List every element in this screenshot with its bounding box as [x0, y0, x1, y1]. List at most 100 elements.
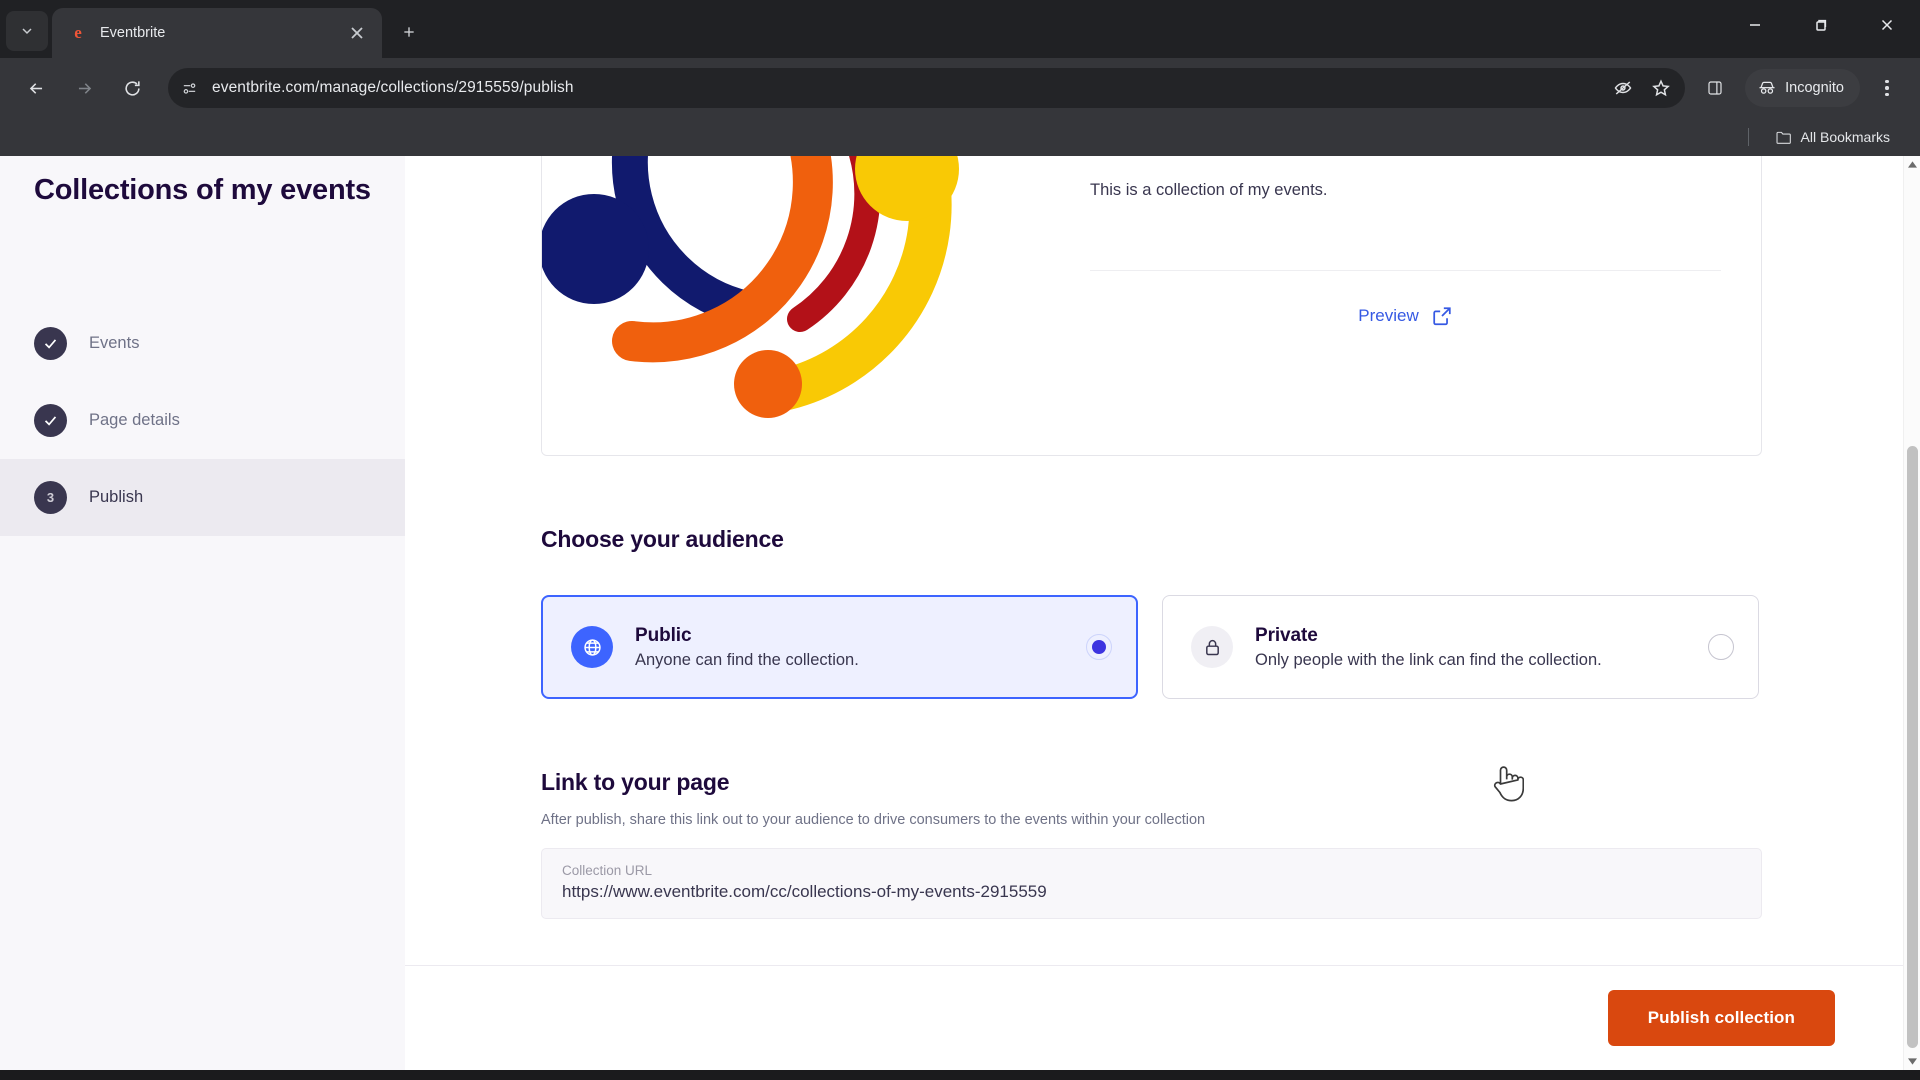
- audience-option-name: Private: [1255, 624, 1318, 646]
- bookmark-button[interactable]: [1643, 70, 1679, 106]
- content-column: Upcoming Jane Tyler This is a collection…: [405, 156, 1920, 919]
- audience-radio-private[interactable]: [1708, 634, 1734, 660]
- collection-url-field[interactable]: Collection URL https://www.eventbrite.co…: [541, 848, 1762, 919]
- globe-icon: [583, 638, 601, 656]
- forward-button[interactable]: [62, 66, 106, 110]
- all-bookmarks-button[interactable]: All Bookmarks: [1767, 124, 1898, 150]
- window-close-button[interactable]: [1854, 0, 1920, 50]
- forward-arrow-icon: [78, 82, 91, 94]
- minimize-button[interactable]: [1722, 0, 1788, 50]
- new-tab-button[interactable]: [392, 15, 426, 49]
- scrollbar-thumb[interactable]: [1907, 446, 1918, 1048]
- check-icon: [44, 416, 57, 426]
- site-settings-button[interactable]: [172, 71, 206, 105]
- scroll-down-arrow[interactable]: [1904, 1053, 1920, 1070]
- bookmarks-divider: [1747, 128, 1749, 146]
- audience-radio-public[interactable]: [1086, 634, 1112, 660]
- tab-strip: e Eventbrite: [0, 0, 1920, 58]
- os-taskbar: [0, 1070, 1920, 1080]
- kebab-dot: [1885, 79, 1889, 84]
- bookmarks-bar: All Bookmarks: [0, 118, 1920, 156]
- url-text: eventbrite.com/manage/collections/291555…: [212, 79, 574, 96]
- close-icon: [351, 27, 363, 39]
- audience-option-name: Public: [635, 624, 692, 646]
- address-bar[interactable]: eventbrite.com/manage/collections/291555…: [168, 68, 1686, 108]
- step-complete-bullet: [34, 327, 67, 361]
- minimize-icon: [1750, 24, 1760, 26]
- incognito-indicator[interactable]: Incognito: [1745, 69, 1860, 107]
- step-number-bullet: 3: [34, 481, 67, 515]
- tab-close-button[interactable]: [344, 20, 370, 46]
- chevron-up-icon: [1907, 161, 1917, 168]
- external-link-icon: [1433, 307, 1451, 326]
- audience-public-text: Public Anyone can find the collection.: [635, 625, 1064, 670]
- eye-off-icon: [1614, 81, 1632, 95]
- browser-toolbar: eventbrite.com/manage/collections/291555…: [0, 58, 1920, 118]
- sidebar-item-page-details[interactable]: Page details: [0, 382, 405, 459]
- scroll-up-arrow[interactable]: [1904, 156, 1920, 173]
- eventbrite-favicon: e: [74, 23, 82, 42]
- folder-icon: [1776, 131, 1791, 144]
- browser-tab-eventbrite[interactable]: e Eventbrite: [52, 8, 382, 58]
- window-close-icon: [1881, 19, 1893, 31]
- maximize-button[interactable]: [1788, 0, 1854, 50]
- audience-option-public[interactable]: Public Anyone can find the collection.: [541, 595, 1138, 699]
- step-list: Events Page details 3 Publish: [0, 305, 405, 537]
- back-arrow-icon: [29, 82, 42, 94]
- browser-window: e Eventbrite eventbrite.com/manage/colle…: [0, 0, 1920, 1080]
- plus-icon: [404, 27, 414, 37]
- reload-icon: [124, 80, 140, 96]
- step-complete-bullet: [34, 404, 67, 438]
- audience-option-description: Anyone can find the collection.: [635, 650, 859, 669]
- publish-footer: Publish collection: [405, 965, 1920, 1070]
- page-viewport: Collections of my events Events Page det…: [0, 156, 1920, 1070]
- incognito-icon: [1759, 81, 1775, 94]
- side-panel-icon: [1708, 81, 1722, 95]
- tab-search-button[interactable]: [6, 11, 48, 51]
- preview-link[interactable]: Preview: [1090, 271, 1721, 327]
- audience-heading: Choose your audience: [541, 526, 784, 552]
- preview-link-label: Preview: [1358, 306, 1419, 325]
- window-controls: [1722, 0, 1920, 50]
- lock-icon-wrap: [1191, 626, 1233, 668]
- star-icon: [1652, 79, 1671, 97]
- collection-preview-card: Upcoming Jane Tyler This is a collection…: [541, 156, 1762, 456]
- audience-private-text: Private Only people with the link can fi…: [1255, 625, 1686, 670]
- audience-options: Public Anyone can find the collection. P…: [541, 595, 1820, 699]
- collection-sidebar: Collections of my events Events Page det…: [0, 156, 405, 1070]
- step-number: 3: [46, 490, 55, 506]
- collection-cover-image: [542, 156, 1042, 455]
- scroll-region: Upcoming Jane Tyler This is a collection…: [405, 156, 1920, 965]
- link-section-description: After publish, share this link out to yo…: [541, 812, 1206, 828]
- collection-preview-meta: Upcoming Jane Tyler This is a collection…: [1042, 156, 1761, 455]
- lock-icon: [1205, 639, 1219, 655]
- reload-button[interactable]: [110, 66, 154, 110]
- sidebar-item-events[interactable]: Events: [0, 305, 405, 382]
- side-panel-button[interactable]: [1695, 68, 1735, 108]
- check-icon: [44, 339, 57, 349]
- audience-option-description: Only people with the link can find the c…: [1255, 650, 1602, 669]
- abstract-circles-graphic: [542, 156, 959, 418]
- main-content: Upcoming Jane Tyler This is a collection…: [405, 156, 1920, 1070]
- collection-description: This is a collection of my events.: [1090, 181, 1328, 199]
- publish-collection-button[interactable]: Publish collection: [1607, 990, 1835, 1046]
- chevron-down-icon: [22, 28, 32, 35]
- browser-menu-button[interactable]: [1868, 69, 1906, 107]
- link-section-heading: Link to your page: [541, 769, 730, 795]
- page-scrollbar[interactable]: [1903, 156, 1920, 1070]
- back-button[interactable]: [14, 66, 58, 110]
- site-settings-icon: [183, 82, 195, 94]
- tracking-protection-button[interactable]: [1605, 70, 1641, 106]
- kebab-dot: [1885, 86, 1889, 90]
- tab-title: Eventbrite: [100, 25, 166, 41]
- sidebar-item-label: Events: [89, 334, 140, 353]
- kebab-dot: [1885, 92, 1889, 97]
- sidebar-item-label: Publish: [89, 488, 144, 507]
- sidebar-item-label: Page details: [89, 411, 180, 430]
- sidebar-item-publish[interactable]: 3 Publish: [0, 459, 405, 537]
- globe-icon-wrap: [571, 626, 613, 668]
- omnibox-actions: [1605, 70, 1679, 106]
- collection-url-label: Collection URL: [562, 863, 653, 878]
- maximize-icon: [1816, 19, 1827, 31]
- audience-option-private[interactable]: Private Only people with the link can fi…: [1162, 595, 1759, 699]
